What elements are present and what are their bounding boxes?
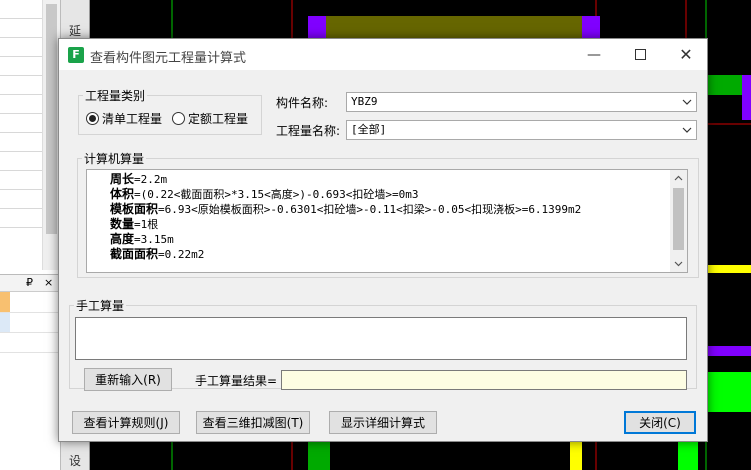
row-divider bbox=[0, 332, 60, 333]
chevron-up-icon bbox=[674, 175, 683, 181]
cad-column bbox=[742, 75, 751, 120]
spreadsheet-grid bbox=[0, 0, 42, 240]
minimize-button[interactable]: — bbox=[571, 39, 617, 70]
component-name-select[interactable]: YBZ9 bbox=[346, 92, 697, 112]
scrollbar-thumb[interactable] bbox=[46, 4, 57, 234]
chevron-down-icon bbox=[674, 261, 683, 267]
show-detail-formula-button[interactable]: 显示详细计算式 bbox=[329, 411, 437, 434]
toolbar-top-label[interactable]: 延 bbox=[69, 22, 81, 39]
chevron-down-icon bbox=[682, 127, 692, 133]
docked-panel-header: ₽ × bbox=[0, 274, 60, 292]
radio-checked-icon bbox=[86, 112, 99, 125]
close-icon: ✕ bbox=[679, 45, 693, 64]
formula-line: 周长=2.2m bbox=[110, 172, 168, 186]
selected-cell bbox=[0, 312, 10, 332]
quantity-type-legend: 工程量类别 bbox=[85, 89, 146, 103]
reenter-button[interactable]: 重新输入(R) bbox=[84, 368, 172, 391]
scrollbar-thumb[interactable] bbox=[673, 188, 684, 250]
radio-bill-quantity[interactable]: 清单工程量 bbox=[86, 110, 162, 127]
maximize-button[interactable] bbox=[617, 39, 663, 70]
formula-lines: 周长=2.2m 体积=(0.22<截面面积>*3.15<高度>)-0.693<扣… bbox=[110, 172, 581, 262]
highlight-cell bbox=[0, 292, 10, 312]
radio-unchecked-icon bbox=[172, 112, 185, 125]
cad-column bbox=[582, 16, 600, 38]
radio-label: 定额工程量 bbox=[188, 112, 249, 126]
cad-beam bbox=[308, 16, 582, 38]
toolbar-bottom-label[interactable]: 设 bbox=[69, 452, 81, 469]
formula-line: 数量=1根 bbox=[110, 217, 159, 231]
dialog-title: 查看构件图元工程量计算式 bbox=[90, 51, 247, 66]
chevron-down-icon bbox=[682, 99, 692, 105]
docked-panel-body bbox=[0, 292, 60, 470]
title-bar[interactable]: F 查看构件图元工程量计算式 — ✕ bbox=[59, 39, 707, 70]
quantity-name-value: [全部] bbox=[351, 123, 387, 136]
cad-beam bbox=[708, 265, 751, 273]
close-icon[interactable]: × bbox=[44, 276, 53, 289]
cad-beam bbox=[570, 442, 582, 470]
computer-calc-legend: 计算机算量 bbox=[84, 152, 145, 166]
formula-line: 模板面积=6.93<原始模板面积>-0.6301<扣砼墙>-0.11<扣梁>-0… bbox=[110, 202, 582, 216]
cad-column bbox=[708, 346, 751, 356]
minimize-icon: — bbox=[587, 46, 601, 63]
manual-calc-legend: 手工算量 bbox=[76, 299, 125, 313]
component-name-label: 构件名称: bbox=[276, 96, 329, 110]
radio-label: 清单工程量 bbox=[102, 112, 163, 126]
view-calc-rules-button[interactable]: 查看计算规则(J) bbox=[72, 411, 180, 434]
component-name-value: YBZ9 bbox=[351, 95, 378, 108]
quantity-name-select[interactable]: [全部] bbox=[346, 120, 697, 140]
radio-quota-quantity[interactable]: 定额工程量 bbox=[172, 110, 248, 127]
manual-result-label: 手工算量结果= bbox=[195, 374, 278, 388]
quantity-formula-dialog: F 查看构件图元工程量计算式 — ✕ 工程量类别 清单工程量 定额工程量 构件名… bbox=[58, 38, 708, 442]
manual-formula-input[interactable] bbox=[75, 317, 687, 360]
cad-wall bbox=[678, 442, 698, 470]
manual-result-field[interactable] bbox=[281, 370, 687, 390]
view-3d-deduction-button[interactable]: 查看三维扣减图(T) bbox=[196, 411, 310, 434]
formula-line: 体积=(0.22<截面面积>*3.15<高度>)-0.693<扣砼墙>=0m3 bbox=[110, 187, 419, 201]
row-divider bbox=[0, 312, 60, 313]
window-close-button[interactable]: ✕ bbox=[663, 39, 709, 70]
formula-scrollbar[interactable] bbox=[670, 170, 687, 272]
pin-icon[interactable]: ₽ bbox=[26, 276, 33, 289]
cad-wall bbox=[708, 372, 751, 412]
quantity-name-label: 工程量名称: bbox=[276, 124, 341, 138]
formula-text-area[interactable]: 周长=2.2m 体积=(0.22<截面面积>*3.15<高度>)-0.693<扣… bbox=[86, 169, 688, 273]
app-logo-icon: F bbox=[68, 47, 84, 63]
maximize-icon bbox=[634, 49, 646, 60]
scroll-down-button[interactable] bbox=[670, 256, 687, 272]
scroll-up-button[interactable] bbox=[670, 170, 687, 186]
cad-column bbox=[308, 16, 326, 38]
close-button[interactable]: 关闭(C) bbox=[624, 411, 696, 434]
formula-line: 截面面积=0.22m2 bbox=[110, 247, 205, 261]
row-divider bbox=[0, 352, 60, 353]
cad-wall bbox=[308, 442, 330, 470]
formula-line: 高度=3.15m bbox=[110, 232, 174, 246]
